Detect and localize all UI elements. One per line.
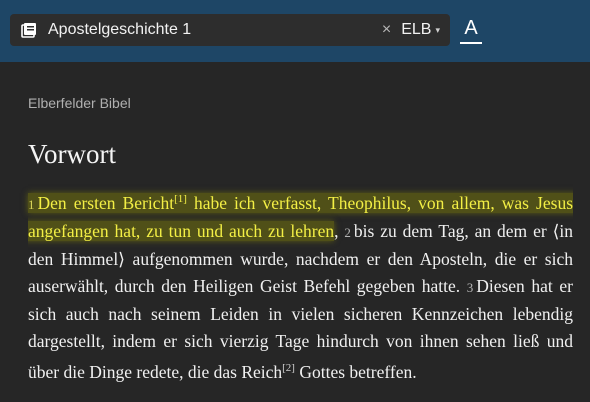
verse-trail: , bbox=[334, 220, 345, 241]
section-heading: Vorwort bbox=[28, 139, 117, 169]
version-label: ELB bbox=[401, 21, 432, 38]
version-select[interactable]: ELB ▾ bbox=[401, 21, 440, 39]
footnote-marker[interactable]: [2] bbox=[282, 362, 295, 374]
verse-number: 2 bbox=[344, 224, 351, 240]
passage-text: 1 Den ersten Bericht[1] habe ich verfasst… bbox=[28, 186, 573, 386]
search-input[interactable]: Apostelgeschichte 1 bbox=[48, 21, 382, 39]
verse-number: 3 bbox=[466, 279, 474, 295]
passage-search-box[interactable]: Apostelgeschichte 1 × ELB ▾ bbox=[10, 14, 450, 46]
verse-text: Den ersten Bericht bbox=[37, 192, 175, 213]
chevron-down-icon: ▾ bbox=[435, 24, 440, 35]
top-bar: Apostelgeschichte 1 × ELB ▾ A bbox=[0, 0, 590, 62]
footnote-marker[interactable]: [1] bbox=[174, 193, 187, 205]
reading-pane: Elberfelder Bibel Vorwort 1 Den ersten Be… bbox=[28, 62, 573, 386]
book-icon bbox=[20, 21, 38, 39]
verse-text[interactable]: Gottes betreffen. bbox=[295, 362, 416, 382]
clear-icon[interactable]: × bbox=[382, 21, 391, 39]
bible-name: Elberfelder Bibel bbox=[28, 95, 131, 111]
font-settings-button[interactable]: A bbox=[460, 18, 482, 44]
verse-number: 1 bbox=[28, 196, 35, 212]
